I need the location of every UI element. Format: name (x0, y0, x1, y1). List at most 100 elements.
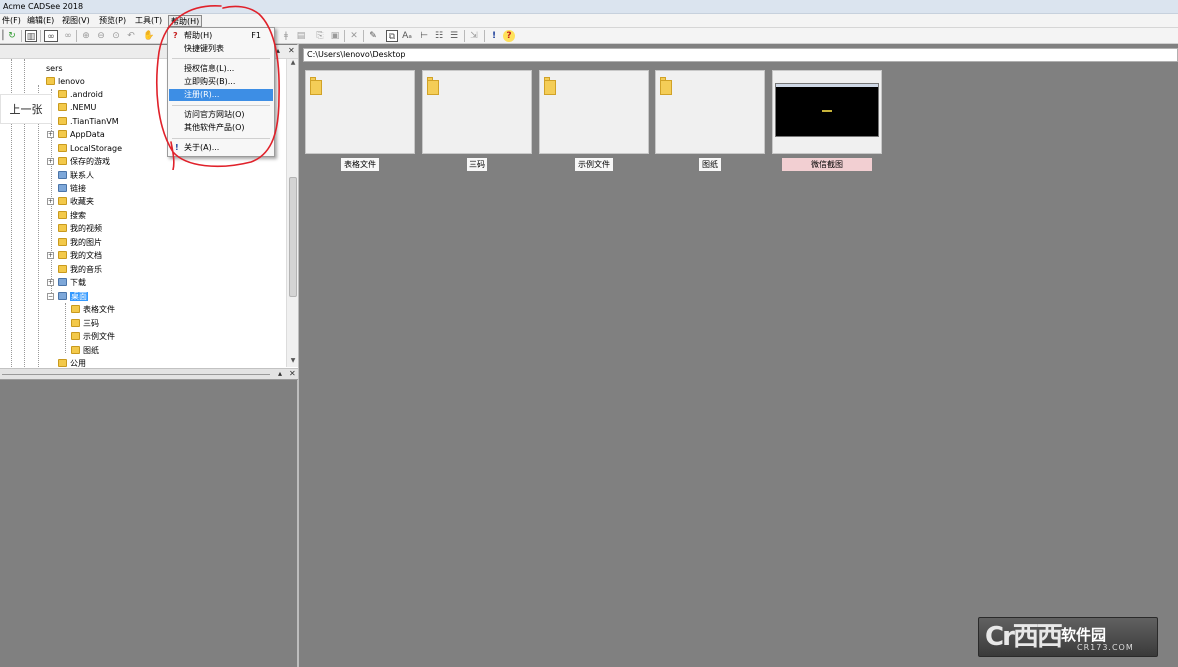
help-icon[interactable]: ? (503, 30, 515, 42)
export-icon[interactable]: ⇲ (468, 30, 480, 42)
tree-node[interactable]: 我的视频 (58, 223, 102, 235)
thumbnail-item[interactable]: 图纸 (655, 70, 765, 171)
tree-node[interactable]: 收藏夹 (58, 196, 94, 208)
menu-item-about[interactable]: ! 关于(A)... (169, 142, 273, 154)
menu-help[interactable]: 帮助(H) (168, 15, 203, 27)
menu-item-website[interactable]: 访问官方网站(O) (169, 109, 273, 121)
menu-edit[interactable]: 编辑(E) (25, 15, 56, 27)
expand-icon[interactable]: + (47, 131, 54, 138)
thumbnail-item-selected[interactable]: 微信截图 (772, 70, 882, 171)
zoom-out-icon[interactable]: ⊖ (95, 30, 107, 42)
expand-icon[interactable]: + (47, 158, 54, 165)
menu-shortcut: F1 (251, 31, 261, 40)
fit-view-icon[interactable]: ∞ (44, 30, 58, 42)
menu-item-buy[interactable]: 立即购买(B)... (169, 76, 273, 88)
tree-node[interactable]: 我的音乐 (58, 264, 102, 276)
thumbnail-item[interactable]: 三码 (422, 70, 532, 171)
tree-node[interactable]: 链接 (58, 183, 86, 195)
tree-node[interactable]: 保存的游戏 (58, 156, 110, 168)
folder-icon (71, 319, 80, 327)
toolbar-separator (76, 30, 77, 42)
tree-node[interactable]: 下载 (58, 277, 86, 289)
tree-scrollbar[interactable]: ▲ ▼ (286, 59, 298, 367)
list-icon[interactable]: ☰ (448, 30, 460, 42)
folder-icon (310, 77, 324, 95)
menu-item-label: 授权信息(L)... (184, 64, 235, 73)
tree-node[interactable]: 三码 (71, 318, 99, 330)
menu-tools[interactable]: 工具(T) (133, 15, 164, 27)
fit-icon[interactable]: ∞ (62, 30, 74, 42)
thumbnail-item[interactable]: 表格文件 (305, 70, 415, 171)
menu-item-help[interactable]: ? 帮助(H) F1 (169, 30, 273, 42)
pane-pin-icon[interactable]: ▴ (278, 369, 282, 378)
panel-toggle-icon[interactable]: ▥ (25, 30, 37, 42)
copy-icon[interactable]: ⎘ (314, 30, 326, 42)
preview-pane-header: ▴ ✕ (0, 368, 298, 380)
menu-view[interactable]: 视图(V) (60, 15, 92, 27)
menu-file[interactable]: 件(F) (0, 15, 23, 27)
previous-image-button[interactable]: 上一张 (0, 94, 52, 124)
measure-icon[interactable]: ǂ (280, 30, 292, 42)
expand-icon[interactable]: + (47, 279, 54, 286)
tree-node-label: .TianTianVM (70, 117, 119, 126)
tree-node-root[interactable]: sers (46, 63, 63, 75)
zoom-in-icon[interactable]: ⊕ (80, 30, 92, 42)
folder-icon (427, 77, 441, 95)
tree-line (38, 85, 39, 367)
exclamation-icon[interactable]: ! (488, 30, 500, 42)
tree-node[interactable]: .NEMU (58, 102, 96, 114)
refresh-icon[interactable]: ↻ (6, 30, 18, 42)
pane-pin-icon[interactable]: ▴ (276, 46, 280, 55)
align-icon[interactable]: ⊢ (418, 30, 430, 42)
menu-item-label: 快捷键列表 (184, 44, 224, 53)
pan-icon[interactable]: ✋ (143, 30, 155, 42)
properties-icon[interactable]: ☷ (433, 30, 445, 42)
menu-preview[interactable]: 预览(P) (97, 15, 128, 27)
tree-node[interactable]: 联系人 (58, 170, 94, 182)
text-style-icon[interactable]: Aₐ (401, 30, 413, 42)
menu-item-label: 帮助(H) (184, 31, 213, 40)
menu-item-license[interactable]: 授权信息(L)... (169, 63, 273, 75)
print-icon[interactable]: ▤ (295, 30, 307, 42)
menu-item-register[interactable]: 注册(R)... (169, 89, 273, 101)
scroll-thumb[interactable] (289, 177, 297, 297)
collapse-icon[interactable]: − (47, 293, 54, 300)
tree-node-label: 我的图片 (70, 238, 102, 247)
menu-item-other-products[interactable]: 其他软件产品(O) (169, 122, 273, 134)
thumbnail-frame (422, 70, 532, 154)
address-bar[interactable]: C:\Users\lenovo\Desktop (303, 48, 1178, 62)
expand-icon[interactable]: + (47, 198, 54, 205)
links-icon (58, 184, 67, 192)
thumbnail-item[interactable]: 示例文件 (539, 70, 649, 171)
tree-node-user[interactable]: lenovo (46, 76, 85, 88)
tree-node[interactable]: 我的文档 (58, 250, 102, 262)
zoom-window-icon[interactable]: ⊙ (110, 30, 122, 42)
help-dropdown-menu: ? 帮助(H) F1 快捷键列表 授权信息(L)... 立即购买(B)... 注… (167, 27, 275, 157)
tree-node-desktop[interactable]: 桌面 (58, 291, 88, 303)
tree-node[interactable]: 图纸 (71, 345, 99, 357)
menu-separator (172, 138, 270, 139)
menu-separator (172, 58, 270, 59)
tree-node[interactable]: 示例文件 (71, 331, 115, 343)
pane-close-icon[interactable]: ✕ (289, 369, 296, 378)
scroll-down-icon[interactable]: ▼ (287, 357, 298, 367)
tree-node-label: lenovo (58, 77, 85, 86)
watermark-text: 软件园 (1061, 626, 1107, 644)
tree-node[interactable]: .android (58, 89, 103, 101)
tree-node[interactable]: 公用 (58, 358, 86, 368)
paste-icon[interactable]: ▣ (329, 30, 341, 42)
tree-node[interactable]: 搜索 (58, 210, 86, 222)
select-tool-icon[interactable]: ✎ (367, 30, 379, 42)
zoom-previous-icon[interactable]: ↶ (125, 30, 137, 42)
menu-item-shortcuts[interactable]: 快捷键列表 (169, 43, 273, 55)
close-icon[interactable]: ✕ (348, 30, 360, 42)
expand-icon[interactable]: + (47, 252, 54, 259)
layer-icon[interactable]: ⧉ (386, 30, 398, 42)
tree-node[interactable]: .TianTianVM (58, 116, 119, 128)
scroll-up-icon[interactable]: ▲ (287, 59, 298, 69)
tree-node[interactable]: LocalStorage (58, 143, 122, 155)
pane-close-icon[interactable]: ✕ (288, 46, 295, 55)
tree-node[interactable]: 我的图片 (58, 237, 102, 249)
tree-node[interactable]: AppData (58, 129, 105, 141)
tree-node[interactable]: 表格文件 (71, 304, 115, 316)
